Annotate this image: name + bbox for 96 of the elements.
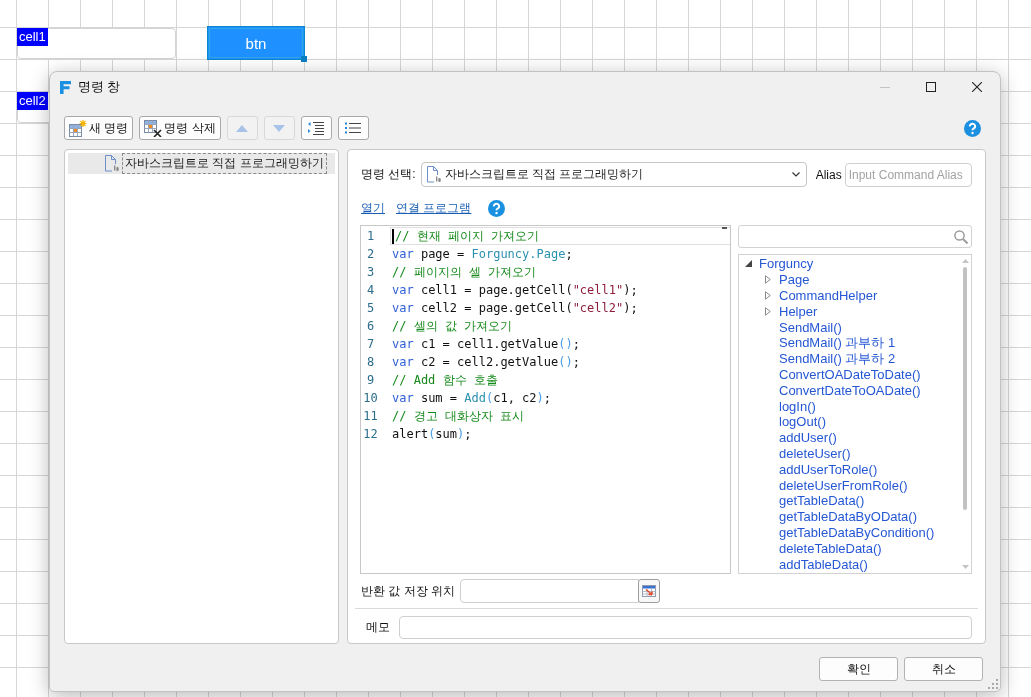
- code-line: alert(sum);: [391, 426, 473, 443]
- line-number: 10: [362, 390, 379, 407]
- dialog-button[interactable]: 확인: [819, 657, 898, 681]
- search-icon[interactable]: [954, 229, 968, 244]
- cell-input[interactable]: cell1: [17, 28, 176, 59]
- command-list-item[interactable]: 자바스크립트로 직접 프로그래밍하기: [68, 153, 335, 174]
- code-line: // 경고 대화상자 표시: [391, 408, 526, 425]
- line-number: 3: [365, 264, 376, 281]
- line-number: 12: [362, 426, 379, 443]
- collapsed-triangle-icon[interactable]: [765, 306, 771, 316]
- code-line: var c1 = cell1.getValue();: [391, 336, 581, 353]
- text-caret: [392, 228, 394, 244]
- code-line: // 현재 페이지 가져오기: [390, 227, 730, 245]
- indent-icon: [308, 121, 325, 135]
- command-select[interactable]: 자바스크립트로 직접 프로그래밍하기: [420, 162, 807, 187]
- tree-item[interactable]: addTableData(): [779, 556, 868, 572]
- tree-item[interactable]: addUser(): [779, 430, 837, 446]
- text-link[interactable]: 연결 프로그램: [396, 199, 472, 217]
- code-editor[interactable]: [360, 225, 731, 574]
- script-file-icon: [104, 155, 119, 172]
- close-icon: [972, 82, 982, 92]
- scroll-marker: [722, 227, 727, 229]
- search-field[interactable]: [738, 225, 972, 248]
- return-value-input[interactable]: [460, 579, 639, 603]
- tree-item[interactable]: CommandHelper: [779, 288, 878, 303]
- window-title: 명령 창: [78, 78, 121, 96]
- code-line: var c2 = cell2.getValue();: [391, 354, 581, 371]
- chevron-down-icon: [791, 172, 800, 177]
- resize-grip-icon[interactable]: [988, 679, 998, 689]
- line-number: 11: [362, 408, 379, 425]
- code-line: var page = Forguncy.Page;: [391, 246, 574, 263]
- tree-item[interactable]: deleteUser(): [779, 445, 851, 461]
- line-number: 6: [365, 318, 376, 335]
- tree-item[interactable]: logOut(): [779, 414, 826, 430]
- list-button[interactable]: [337, 116, 369, 140]
- tree-item[interactable]: Forguncy: [759, 256, 814, 272]
- code-line: var cell1 = page.getCell("cell1");: [391, 282, 639, 299]
- help-icon[interactable]: [488, 199, 506, 217]
- line-number: 2: [365, 246, 376, 263]
- new-command-button[interactable]: 새 명령: [64, 116, 134, 140]
- alias-input[interactable]: Input Command Alias: [844, 162, 972, 187]
- tree-item[interactable]: SendMail() 과부하 2: [779, 351, 896, 367]
- alias-label: Alias: [815, 167, 842, 182]
- tree-item[interactable]: ConvertOADateToDate(): [779, 366, 921, 382]
- cell-name-tag: cell2: [17, 92, 48, 110]
- code-line: // Add 함수 호출: [391, 372, 499, 389]
- scrollbar-thumb[interactable]: [963, 267, 967, 510]
- text-link[interactable]: 열기: [361, 199, 385, 217]
- line-number: 5: [365, 300, 376, 317]
- expanded-triangle-icon[interactable]: [745, 260, 752, 268]
- tree-item[interactable]: addUserToRole(): [779, 461, 878, 477]
- code-line: // 셀의 값 가져오기: [391, 318, 514, 335]
- line-number: 1: [365, 228, 376, 245]
- collapsed-triangle-icon[interactable]: [765, 291, 771, 300]
- tree-item[interactable]: Page: [779, 272, 810, 288]
- scroll-down-arrow-icon[interactable]: [961, 565, 969, 569]
- scroll-up-arrow-icon[interactable]: [961, 259, 969, 263]
- script-file-icon: [425, 166, 441, 183]
- tree-item[interactable]: getTableData(): [779, 493, 865, 509]
- app-logo-icon: [60, 80, 71, 94]
- line-number: 4: [365, 282, 376, 299]
- memo-label: 메모: [366, 619, 391, 636]
- triangle-down-icon: [273, 124, 286, 132]
- command-select-label: 명령 선택:: [361, 166, 416, 183]
- help-icon[interactable]: [964, 119, 981, 137]
- line-number: 8: [365, 354, 376, 371]
- cell-picker-button[interactable]: [638, 579, 660, 603]
- collapsed-triangle-icon[interactable]: [765, 275, 771, 285]
- table-sparkle-icon: [69, 119, 87, 137]
- code-line: // 페이지의 셀 가져오기: [391, 264, 538, 281]
- tree-item[interactable]: Helper: [779, 303, 818, 319]
- tree-item[interactable]: deleteTableData(): [779, 540, 882, 556]
- tree-item[interactable]: logIn(): [779, 398, 816, 414]
- line-number: 7: [365, 336, 376, 353]
- tree-item[interactable]: SendMail(): [779, 319, 842, 335]
- tree-item[interactable]: ConvertDateToOADate(): [779, 382, 921, 398]
- dialog-button[interactable]: 취소: [904, 657, 983, 681]
- selection-handle[interactable]: [301, 56, 307, 62]
- line-number: 9: [365, 372, 376, 389]
- delete-command-button[interactable]: 명령 삭제: [139, 116, 221, 140]
- code-line: var cell2 = page.getCell("cell2");: [391, 300, 639, 317]
- maximize-icon: [926, 82, 936, 92]
- code-line: var sum = Add(c1, c2);: [391, 390, 552, 407]
- indent-button[interactable]: [300, 116, 332, 140]
- tree-item[interactable]: SendMail() 과부하 1: [779, 335, 896, 351]
- tree-item[interactable]: getTableDataByCondition(): [779, 524, 935, 540]
- table-pointer-icon: [642, 585, 656, 597]
- bullet-list-icon: [345, 122, 362, 134]
- minimize-icon: [880, 86, 890, 88]
- memo-input[interactable]: [399, 616, 972, 639]
- cell-name-tag: cell1: [17, 28, 48, 46]
- triangle-up-icon: [236, 124, 249, 132]
- tree-item[interactable]: getTableDataByOData(): [779, 509, 917, 525]
- return-value-label: 반환 값 저장 위치: [361, 582, 455, 600]
- table-delete-icon: [144, 119, 163, 137]
- tree-item[interactable]: deleteUserFromRole(): [779, 477, 908, 493]
